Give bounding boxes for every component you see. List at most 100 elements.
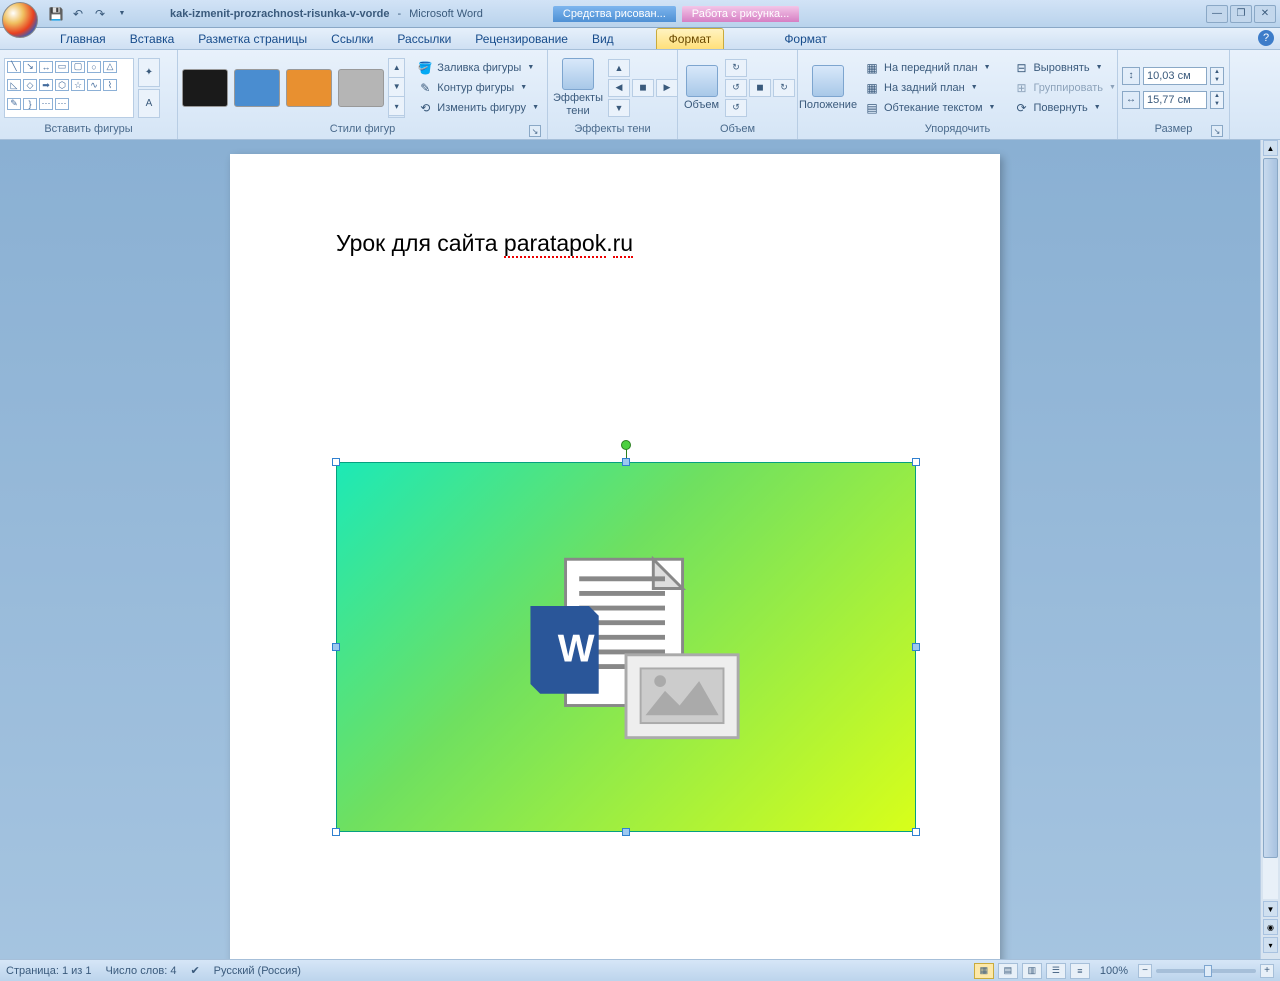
prev-page-button[interactable]: ◉: [1263, 919, 1278, 935]
help-button[interactable]: ?: [1258, 30, 1274, 46]
ellipse-icon[interactable]: ○: [87, 61, 101, 73]
save-icon[interactable]: 💾: [48, 6, 64, 22]
triangle-icon[interactable]: △: [103, 61, 117, 73]
style-orange[interactable]: [286, 69, 332, 107]
height-up[interactable]: ▲: [1211, 68, 1223, 76]
handle-mid-right[interactable]: [912, 643, 920, 651]
language-indicator[interactable]: Русский (Россия): [214, 965, 301, 977]
shapes-gallery[interactable]: ╲ ↘ ↔ ▭ ▢ ○ △ ◺ ◇ ➡ ⬡ ☆ ∿ ⌇ ✎ } ⋯ ⋯: [4, 58, 134, 118]
change-shape-button[interactable]: ⟲Изменить фигуру▼: [413, 99, 543, 117]
minimize-button[interactable]: —: [1206, 5, 1228, 23]
style-black[interactable]: [182, 69, 228, 107]
width-down[interactable]: ▼: [1211, 100, 1223, 108]
handle-bottom-mid[interactable]: [622, 828, 630, 836]
scroll-up-button[interactable]: ▲: [1263, 140, 1278, 156]
next-page-button[interactable]: ▾: [1263, 937, 1278, 953]
height-down[interactable]: ▼: [1211, 76, 1223, 84]
size-launcher[interactable]: ↘: [1211, 125, 1223, 137]
tilt-up-button[interactable]: ↻: [725, 59, 747, 77]
print-layout-view[interactable]: ▦: [974, 963, 994, 979]
selected-shape[interactable]: W: [336, 462, 916, 832]
arrow-icon[interactable]: ↘: [23, 61, 37, 73]
3d-toggle-button[interactable]: ◼: [749, 79, 771, 97]
nudge-right-button[interactable]: ▶: [656, 79, 678, 97]
close-button[interactable]: ✕: [1254, 5, 1276, 23]
tab-format-drawing[interactable]: Формат: [656, 28, 725, 49]
shadow-effects-button[interactable]: Эффекты тени: [552, 55, 604, 121]
brace-icon[interactable]: }: [23, 98, 37, 110]
zoom-in-button[interactable]: +: [1260, 964, 1274, 978]
undo-icon[interactable]: ↶: [70, 6, 86, 22]
shape-outline-button[interactable]: ✎Контур фигуры▼: [413, 79, 543, 97]
style-scroll-down[interactable]: ▼: [389, 78, 404, 97]
group-button[interactable]: ⊞Группировать▼: [1009, 79, 1119, 97]
curve-icon[interactable]: ∿: [87, 79, 101, 91]
handle-bottom-left[interactable]: [332, 828, 340, 836]
redo-icon[interactable]: ↷: [92, 6, 108, 22]
text-box-button[interactable]: A: [138, 89, 160, 118]
tab-mailings[interactable]: Рассылки: [385, 29, 463, 49]
double-arrow-icon[interactable]: ↔: [39, 61, 53, 73]
proofing-icon[interactable]: ✔: [190, 964, 199, 977]
height-input[interactable]: 10,03 см: [1143, 67, 1207, 85]
outline-view[interactable]: ☰: [1046, 963, 1066, 979]
qat-dropdown-icon[interactable]: ▼: [114, 6, 130, 22]
tab-home[interactable]: Главная: [48, 29, 118, 49]
right-triangle-icon[interactable]: ◺: [7, 79, 21, 91]
bring-front-button[interactable]: ▦На передний план▼: [860, 59, 999, 77]
scroll-thumb[interactable]: [1263, 158, 1278, 858]
shadow-toggle-button[interactable]: ◼: [632, 79, 654, 97]
shape-styles-launcher[interactable]: ↘: [529, 125, 541, 137]
tilt-right-button[interactable]: ↻: [773, 79, 795, 97]
shape-fill-button[interactable]: 🪣Заливка фигуры▼: [413, 59, 543, 77]
zoom-out-button[interactable]: −: [1138, 964, 1152, 978]
more2-icon[interactable]: ⋯: [55, 98, 69, 110]
line-icon[interactable]: ╲: [7, 61, 21, 73]
tilt-down-button[interactable]: ↺: [725, 99, 747, 117]
width-up[interactable]: ▲: [1211, 92, 1223, 100]
office-button[interactable]: [2, 2, 38, 38]
star-icon[interactable]: ☆: [71, 79, 85, 91]
rectangle-icon[interactable]: ▭: [55, 61, 69, 73]
tab-review[interactable]: Рецензирование: [463, 29, 580, 49]
page-indicator[interactable]: Страница: 1 из 1: [6, 965, 92, 977]
style-blue[interactable]: [234, 69, 280, 107]
tab-layout[interactable]: Разметка страницы: [186, 29, 319, 49]
style-scroll-up[interactable]: ▲: [389, 59, 404, 78]
web-view[interactable]: ▥: [1022, 963, 1042, 979]
freeform-icon[interactable]: ⌇: [103, 79, 117, 91]
document-text[interactable]: Урок для сайта paratapok.ru: [336, 230, 633, 257]
style-gray[interactable]: [338, 69, 384, 107]
tab-format-picture[interactable]: Формат: [772, 29, 839, 49]
word-count[interactable]: Число слов: 4: [106, 965, 177, 977]
zoom-thumb[interactable]: [1204, 965, 1212, 977]
rotate-handle[interactable]: [621, 440, 631, 450]
arrow-right-icon[interactable]: ➡: [39, 79, 53, 91]
diamond-icon[interactable]: ◇: [23, 79, 37, 91]
hexagon-icon[interactable]: ⬡: [55, 79, 69, 91]
more1-icon[interactable]: ⋯: [39, 98, 53, 110]
handle-mid-left[interactable]: [332, 643, 340, 651]
handle-bottom-right[interactable]: [912, 828, 920, 836]
scribble-icon[interactable]: ✎: [7, 98, 21, 110]
send-back-button[interactable]: ▦На задний план▼: [860, 79, 999, 97]
width-input[interactable]: 15,77 см: [1143, 91, 1207, 109]
maximize-button[interactable]: ❐: [1230, 5, 1252, 23]
rounded-rect-icon[interactable]: ▢: [71, 61, 85, 73]
text-wrap-button[interactable]: ▤Обтекание текстом▼: [860, 99, 999, 117]
handle-top-mid[interactable]: [622, 458, 630, 466]
edit-points-button[interactable]: ✦: [138, 58, 160, 87]
position-button[interactable]: Положение: [802, 55, 854, 121]
align-button[interactable]: ⊟Выровнять▼: [1009, 59, 1119, 77]
tab-view[interactable]: Вид: [580, 29, 626, 49]
tab-references[interactable]: Ссылки: [319, 29, 385, 49]
3d-effects-button[interactable]: Объем: [682, 55, 721, 121]
rotate-button[interactable]: ⟳Повернуть▼: [1009, 99, 1119, 117]
scroll-down-button[interactable]: ▼: [1263, 901, 1278, 917]
zoom-level[interactable]: 100%: [1100, 965, 1128, 977]
nudge-up-button[interactable]: ▲: [608, 59, 630, 77]
style-more[interactable]: ▾: [389, 97, 404, 116]
zoom-slider[interactable]: [1156, 969, 1256, 973]
nudge-left-button[interactable]: ◀: [608, 79, 630, 97]
handle-top-left[interactable]: [332, 458, 340, 466]
